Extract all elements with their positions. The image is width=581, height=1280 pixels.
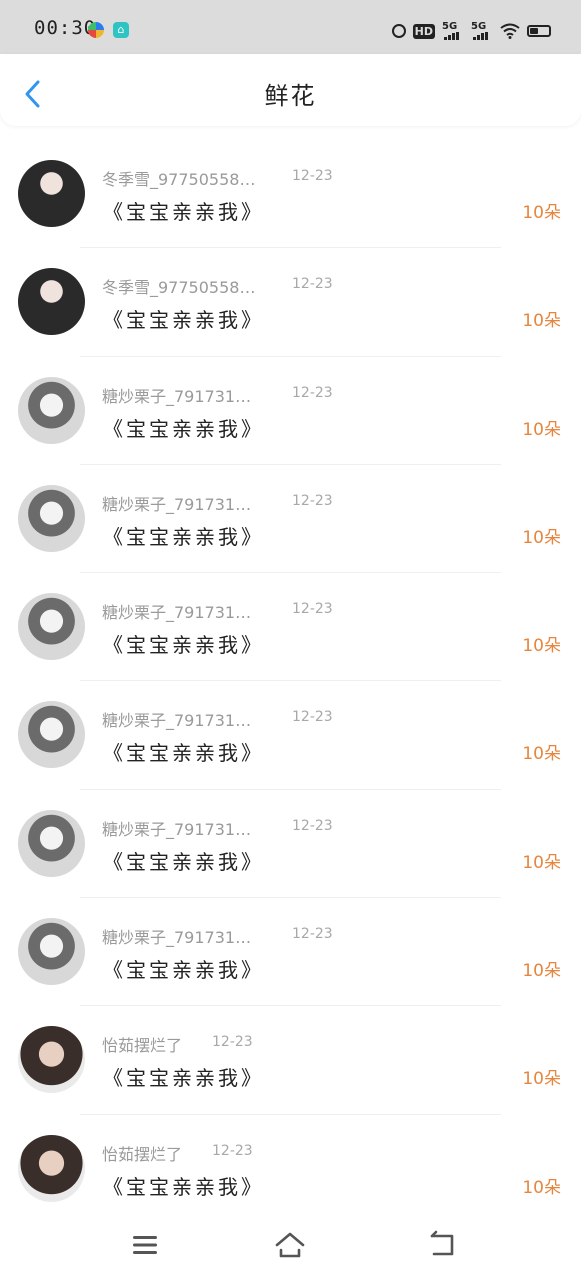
nav-menu-button[interactable] [130,1230,160,1260]
record-time: 12-23 [292,168,333,184]
record-time: 12-23 [292,276,333,293]
hd-voice-icon: HD [412,23,435,39]
gift-name: 《宝宝亲亲我》 [103,1066,264,1091]
user-name: 冬季雪_97750558… [102,278,256,298]
avatar[interactable] [18,268,85,336]
wifi-icon [500,23,520,39]
status-bar: 00:30 ⌂ HD 5G 5G [0,0,581,54]
user-name: 糖炒栗子_791731… [102,603,252,623]
gift-name: 《宝宝亲亲我》 [103,741,264,766]
gift-name: 《宝宝亲亲我》 [103,524,264,549]
record-time: 12-23 [292,384,333,401]
nav-home-button[interactable] [275,1230,305,1260]
list-item[interactable]: 冬季雪_97750558… 12-23 《宝宝亲亲我》 10朵 [0,140,581,249]
gift-name: 《宝宝亲亲我》 [103,416,264,441]
gift-name: 《宝宝亲亲我》 [103,849,264,874]
battery-icon [527,25,551,37]
list-item[interactable]: 糖炒栗子_791731… 12-23 《宝宝亲亲我》 10朵 [0,465,581,574]
list-item[interactable]: 糖炒栗子_791731… 12-23 《宝宝亲亲我》 10朵 [0,790,581,899]
avatar[interactable] [18,1134,85,1202]
status-icons: HD 5G 5G [391,20,551,42]
user-name: 怡茹摆烂了 [102,1144,183,1164]
record-time: 12-23 [212,1034,253,1051]
user-name: 糖炒栗子_791731… [102,494,252,514]
record-time: 12-23 [292,492,333,509]
alarm-icon [391,24,406,38]
gift-name: 《宝宝亲亲我》 [103,1174,264,1199]
list-item[interactable]: 糖炒栗子_791731… 12-23 《宝宝亲亲我》 10朵 [0,681,581,790]
list-item[interactable]: 怡茹摆烂了 12-23 《宝宝亲亲我》 10朵 [0,1006,581,1115]
signal-5g-icon: 5G [442,22,464,40]
menu-icon [133,1236,157,1254]
avatar[interactable] [18,918,85,986]
avatar[interactable] [18,1026,85,1094]
flower-count: 10朵 [522,203,561,223]
flower-count: 10朵 [522,527,561,548]
avatar[interactable] [18,701,85,769]
system-nav-bar [0,1210,581,1280]
gift-name: 《宝宝亲亲我》 [103,200,264,224]
user-name: 糖炒栗子_791731… [102,819,252,839]
record-time: 12-23 [292,709,333,726]
gift-name: 《宝宝亲亲我》 [103,633,264,658]
flower-record-list: 冬季雪_97750558… 12-23 《宝宝亲亲我》 10朵 冬季雪_9775… [0,140,581,1223]
flower-count: 10朵 [522,311,561,332]
user-name: 糖炒栗子_791731… [102,711,252,731]
status-time: 00:30 [34,17,97,39]
nav-back-button[interactable] [428,1230,458,1260]
flower-count: 10朵 [522,636,561,657]
record-time: 12-23 [292,817,333,834]
app-notification-icon [88,22,104,38]
user-name: 糖炒栗子_791731… [102,928,252,948]
page-header: 鲜花 [0,54,581,126]
user-name: 糖炒栗子_791731… [102,386,252,406]
flower-count: 10朵 [522,852,561,873]
avatar[interactable] [18,160,85,227]
list-item[interactable]: 糖炒栗子_791731… 12-23 《宝宝亲亲我》 10朵 [0,898,581,1007]
record-time: 12-23 [292,601,333,618]
flower-count: 10朵 [522,744,561,765]
list-item[interactable]: 怡茹摆烂了 12-23 《宝宝亲亲我》 10朵 [0,1115,581,1223]
list-item[interactable]: 糖炒栗子_791731… 12-23 《宝宝亲亲我》 10朵 [0,573,581,682]
avatar[interactable] [18,484,85,552]
gift-name: 《宝宝亲亲我》 [103,958,264,983]
avatar[interactable] [18,593,85,661]
user-name: 冬季雪_97750558… [102,170,256,189]
flower-count: 10朵 [522,1069,561,1090]
return-icon [430,1230,454,1256]
signal-5g-icon-2: 5G [471,22,493,40]
record-time: 12-23 [212,1142,253,1159]
page-title: 鲜花 [264,82,317,110]
user-name: 怡茹摆烂了 [102,1036,183,1056]
flower-count: 10朵 [522,419,561,440]
flower-count: 10朵 [522,961,561,982]
list-item[interactable]: 糖炒栗子_791731… 12-23 《宝宝亲亲我》 10朵 [0,357,581,465]
list-item[interactable]: 冬季雪_97750558… 12-23 《宝宝亲亲我》 10朵 [0,248,581,357]
avatar[interactable] [18,376,85,444]
record-time: 12-23 [292,926,333,943]
gift-name: 《宝宝亲亲我》 [103,308,264,333]
home-icon [275,1232,305,1258]
avatar[interactable] [18,809,85,877]
app-notification-icon-2: ⌂ [113,22,129,38]
flower-count: 10朵 [522,1177,561,1198]
